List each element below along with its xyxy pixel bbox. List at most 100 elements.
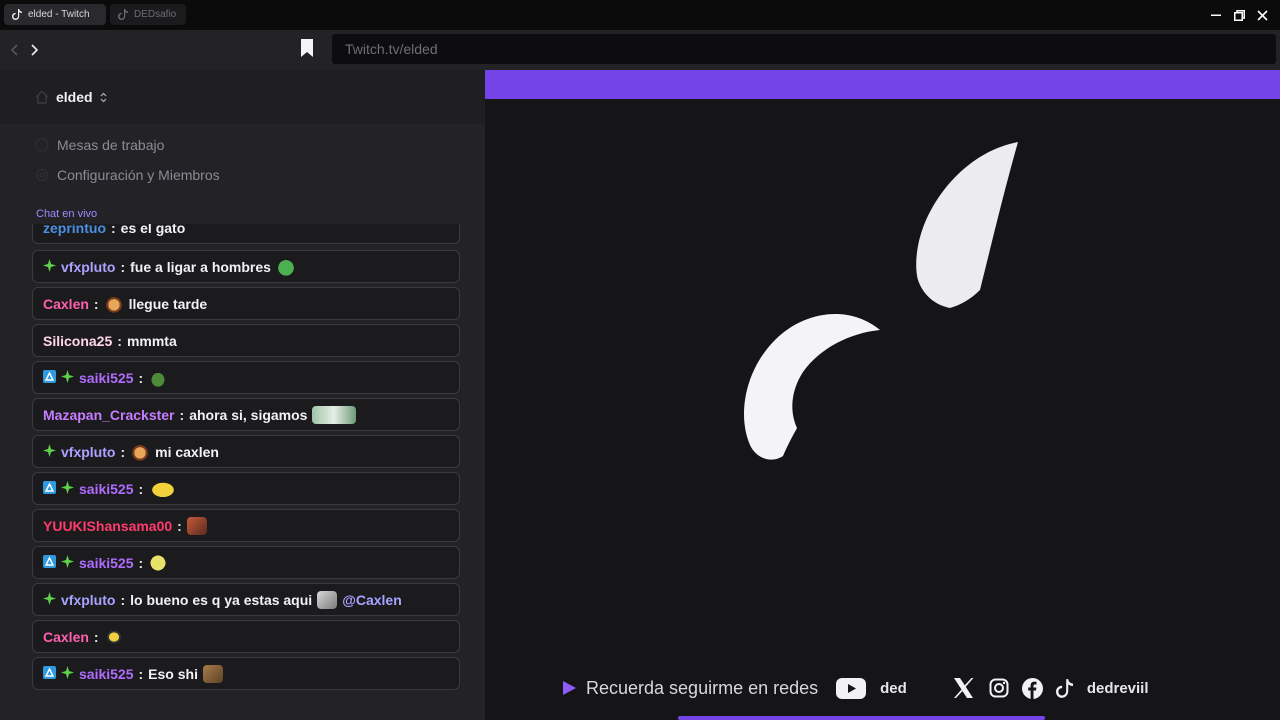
tab-label: DEDsafio [134,9,177,20]
chat-message[interactable]: Caxlen: [32,620,460,653]
tab-label: elded - Twitch [28,9,90,20]
chevron-updown-icon [100,92,107,102]
sparkle-badge-icon [43,258,56,275]
chat-message[interactable]: saiki525: [32,472,460,505]
close-button[interactable] [1249,0,1275,30]
chat-username[interactable]: vfxpluto [61,259,115,275]
chat-username[interactable]: saiki525 [79,481,134,497]
pic-emote-icon [312,405,357,424]
gray-emote-icon [317,590,338,609]
sidebar-item-configuracion[interactable]: Configuración y Miembros [35,167,220,183]
brown-emote-icon [186,516,207,535]
workspace-switcher[interactable]: elded [0,70,485,124]
chat-message[interactable]: vfxpluto: fue a ligar a hombres [32,250,460,283]
chat-separator: : [138,480,144,497]
restore-icon [1233,9,1245,21]
sparkle-badge-icon [43,443,56,460]
chat-username[interactable]: Caxlen [43,629,89,645]
chat-username[interactable]: Silicona25 [43,333,112,349]
back-button[interactable] [4,40,24,60]
chat-mention[interactable]: @Caxlen [342,592,402,608]
chat-text: fue a ligar a hombres [130,258,271,275]
prime-badge-icon [43,480,56,497]
home-icon [35,90,49,104]
chat-separator: : [120,591,126,608]
chat-username[interactable]: saiki525 [79,666,134,682]
leaf-emote-icon [148,368,169,387]
chat-separator: : [138,369,144,386]
sparkle-badge-icon [61,665,74,682]
sidebar: elded Mesas de trabajo Configuración y M… [0,70,485,720]
chevron-right-icon [31,44,39,56]
play-icon [563,681,576,695]
bookmark-icon [301,39,313,57]
tab-elded[interactable]: elded - Twitch [4,4,106,25]
live-chat-list[interactable]: zeprintuo: es el gato vfxpluto: fue a ligar… [32,224,460,704]
chat-separator: : [120,258,126,275]
sidebar-item-label: Configuración y Miembros [57,167,220,183]
tiktok-icon [118,9,128,20]
stream-panel: Recuerda seguirme en redes ded dedreviil [485,70,1280,720]
instagram-icon[interactable] [989,678,1009,698]
chat-username[interactable]: Caxlen [43,296,89,312]
home-icon [35,138,49,152]
workspace-name: elded [56,89,93,105]
chat-username[interactable]: saiki525 [79,370,134,386]
youtube-icon[interactable] [836,677,867,699]
chevron-left-icon [10,44,18,56]
sparkle-badge-icon [61,554,74,571]
chat-message[interactable]: zeprintuo: es el gato [32,224,460,244]
chat-message[interactable]: YUUKIShansama00: [32,509,460,542]
chat-separator: : [120,443,126,460]
prime-badge-icon [43,665,56,682]
window-titlebar: elded - Twitch DEDsafio [0,0,1280,30]
chat-message[interactable]: Silicona25: mmmta [32,324,460,357]
ded-logo [743,142,1018,460]
sparkle-badge-icon [61,369,74,386]
youtube-handle: ded [880,679,907,697]
chat-username[interactable]: YUUKIShansama00 [43,518,172,534]
social-handle: dedreviil [1086,679,1149,697]
face-emote-icon [103,294,124,313]
facebook-icon[interactable] [1021,677,1043,699]
footer-text: Recuerda seguirme en redes [586,677,819,698]
minimize-icon [1211,14,1221,16]
chat-separator: : [111,224,116,236]
chat-message[interactable]: Caxlen: llegue tarde [32,287,460,320]
chat-text: ahora si, sigamos [189,406,308,423]
social-footer: Recuerda seguirme en redes ded dedreviil [563,673,1163,703]
forward-button[interactable] [25,40,45,60]
bookmark-button[interactable] [301,39,319,59]
chat-username[interactable]: Mazapan_Crackster [43,407,175,423]
tab-dedsafio[interactable]: DEDsafio [110,4,186,25]
gear-icon [35,168,49,182]
chat-separator: : [177,517,182,534]
chat-message[interactable]: saiki525: [32,361,460,394]
chat-text: es el gato [120,224,186,236]
sidebar-item-label: Mesas de trabajo [57,137,165,153]
chat-section-label: Chat en vivo [36,208,98,220]
chat-username[interactable]: vfxpluto [61,592,115,608]
chat-text: lo bueno es q ya estas aqui [130,591,313,608]
face-emote-icon [130,442,151,461]
tiktok-icon[interactable] [1055,678,1073,698]
chat-message[interactable]: vfxpluto: lo bueno es q ya estas aqui @Cax… [32,583,460,616]
chat-username[interactable]: vfxpluto [61,444,115,460]
chat-message[interactable]: saiki525: [32,546,460,579]
prime-badge-icon [43,554,56,571]
chat-message[interactable]: saiki525: Eso shi [32,657,460,690]
chat-message[interactable]: Mazapan_Crackster: ahora si, sigamos [32,398,460,431]
sidebar-item-mesas[interactable]: Mesas de trabajo [35,137,164,153]
x-icon[interactable] [953,678,974,698]
chat-username[interactable]: saiki525 [79,555,134,571]
chat-message[interactable]: vfxpluto: mi caxlen [32,435,460,468]
chat-separator: : [93,628,99,645]
yellow2-emote-icon [148,479,179,498]
chat-username[interactable]: zeprintuo [43,224,106,236]
url-input[interactable]: Twitch.tv/elded [332,34,1276,64]
address-bar-row: Twitch.tv/elded [0,30,1280,70]
chat-text: llegue tarde [128,295,208,312]
close-icon [1256,9,1268,21]
yellow-emote-icon [148,553,169,572]
box-emote-icon [202,664,223,683]
